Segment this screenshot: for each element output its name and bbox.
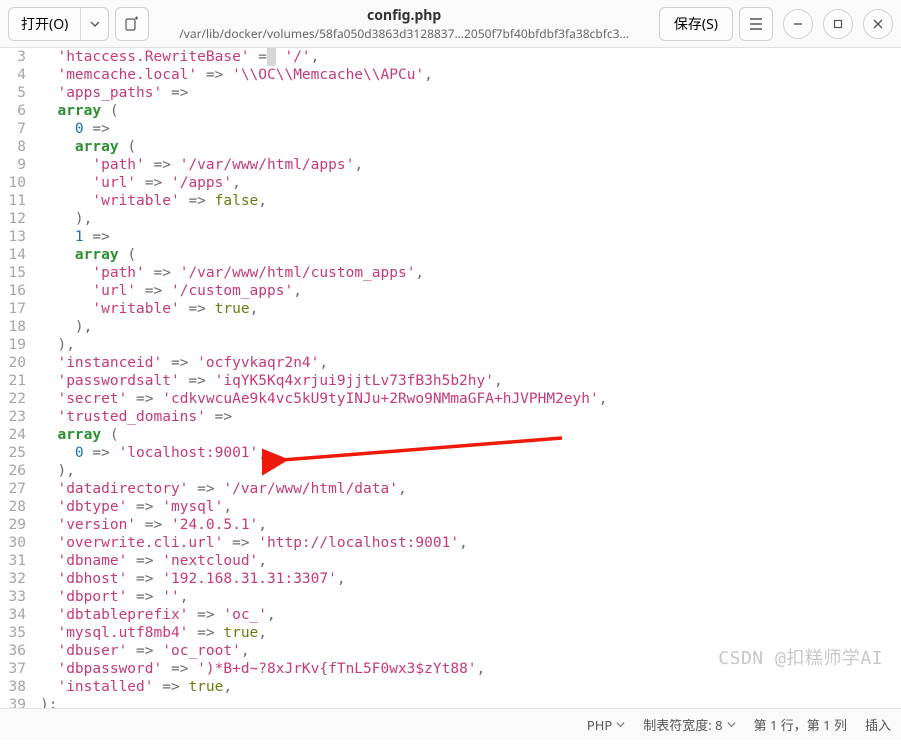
minimize-icon bbox=[793, 19, 803, 29]
status-tab-width-label: 制表符宽度: 8 bbox=[643, 715, 722, 734]
window-close-button[interactable] bbox=[863, 9, 893, 39]
close-icon bbox=[873, 19, 883, 29]
document-title: config.php bbox=[367, 6, 441, 25]
document-path: /var/lib/docker/volumes/58fa050d3863d312… bbox=[179, 25, 629, 42]
new-tab-icon bbox=[124, 16, 140, 32]
status-bar: PHP 制表符宽度: 8 第 1 行，第 1 列 插入 bbox=[0, 708, 901, 740]
open-button-group: 打开(O) bbox=[8, 7, 109, 41]
hamburger-icon bbox=[749, 18, 763, 30]
status-cursor-position[interactable]: 第 1 行，第 1 列 bbox=[754, 715, 847, 734]
titlebar: 打开(O) config.php /var/lib/docker/volumes… bbox=[0, 0, 901, 48]
status-tab-width[interactable]: 制表符宽度: 8 bbox=[643, 715, 735, 734]
code-content[interactable]: 'htaccess.RewriteBase' = '/', 'memcache.… bbox=[40, 48, 901, 708]
chevron-down-icon bbox=[727, 720, 736, 729]
code-editor[interactable]: 3456789101112131415161718192021222324252… bbox=[0, 48, 901, 708]
maximize-icon bbox=[833, 19, 843, 29]
window-minimize-button[interactable] bbox=[783, 9, 813, 39]
save-button[interactable]: 保存(S) bbox=[659, 7, 733, 41]
new-tab-button[interactable] bbox=[115, 7, 149, 41]
open-button[interactable]: 打开(O) bbox=[9, 8, 80, 40]
status-language[interactable]: PHP bbox=[587, 716, 625, 734]
status-language-label: PHP bbox=[587, 716, 612, 734]
hamburger-menu-button[interactable] bbox=[739, 7, 773, 41]
title-area: config.php /var/lib/docker/volumes/58fa0… bbox=[155, 6, 653, 42]
chevron-down-icon bbox=[90, 19, 100, 29]
window-maximize-button[interactable] bbox=[823, 9, 853, 39]
line-number-gutter: 3456789101112131415161718192021222324252… bbox=[0, 48, 32, 708]
status-insert-mode[interactable]: 插入 bbox=[865, 715, 891, 734]
open-dropdown[interactable] bbox=[80, 8, 108, 40]
chevron-down-icon bbox=[616, 720, 625, 729]
